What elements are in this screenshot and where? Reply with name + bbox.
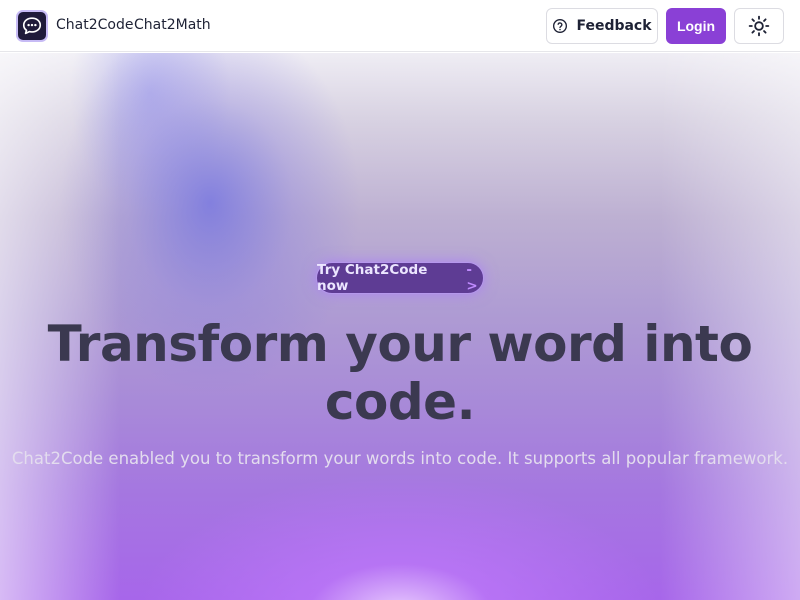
- hero-headline: Transform your word into code.: [47, 315, 753, 431]
- chat-bubble-icon: [22, 17, 42, 35]
- nav-link-chat2math[interactable]: Chat2Math: [134, 17, 211, 33]
- hero-subtitle: Chat2Code enabled you to transform your …: [11, 449, 789, 468]
- arrow-right-icon: ->: [466, 262, 478, 294]
- login-button[interactable]: Login: [666, 8, 726, 44]
- try-chat2code-label: Try Chat2Code now: [317, 262, 428, 294]
- help-circle-icon: [553, 19, 568, 33]
- nav-link-chat2code[interactable]: Chat2Code: [56, 17, 133, 33]
- theme-toggle-button[interactable]: [734, 8, 784, 44]
- feedback-button-label: Feedback: [576, 18, 652, 34]
- top-navbar: Chat2Code Chat2Math Feedback Login: [0, 0, 800, 52]
- sun-icon: [748, 15, 770, 37]
- try-chat2code-button[interactable]: Try Chat2Code now ->: [316, 262, 484, 294]
- feedback-button[interactable]: Feedback: [546, 8, 658, 44]
- hero-section: Try Chat2Code now -> Transform your word…: [0, 53, 800, 600]
- logo[interactable]: [16, 10, 48, 42]
